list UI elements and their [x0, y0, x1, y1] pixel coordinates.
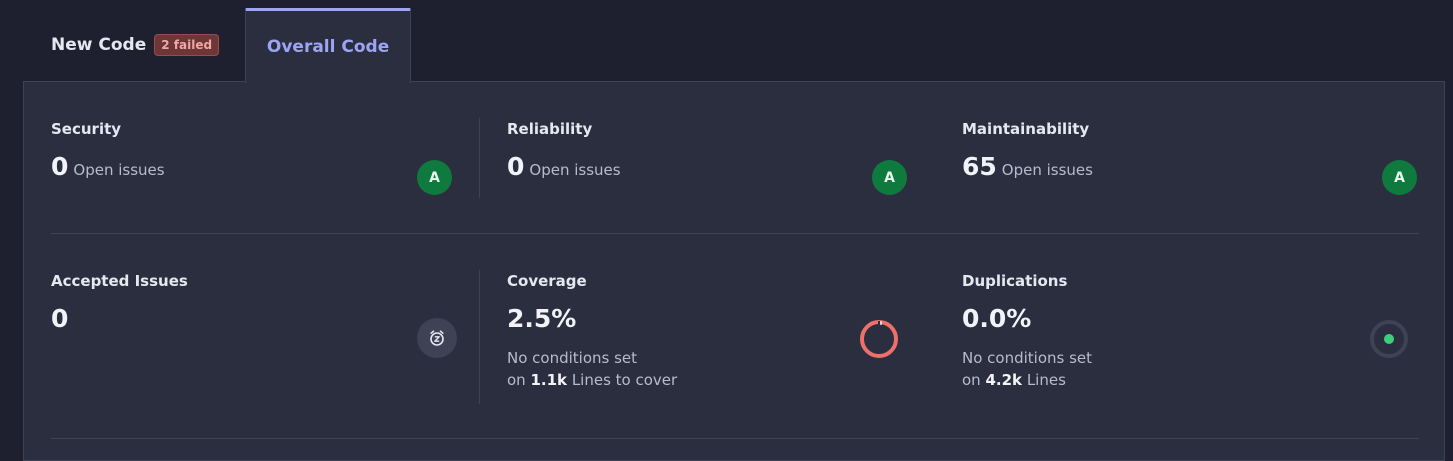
maintainability-rating-badge[interactable]: A	[1382, 160, 1417, 195]
tab-new-code-label: New Code	[51, 35, 147, 55]
security-value-line: 0 Open issues	[51, 152, 479, 181]
ratings-row: Security 0 Open issues A Reliability 0 O…	[51, 118, 1419, 198]
divider	[479, 118, 480, 198]
maintainability-suffix: Open issues	[1001, 161, 1093, 179]
reliability-title: Reliability	[507, 120, 593, 138]
coverage-lines-count[interactable]: 1.1k	[530, 371, 567, 389]
snooze-clock-icon	[417, 318, 457, 358]
reliability-card: Reliability 0 Open issues A	[507, 118, 907, 198]
tab-overall-code[interactable]: Overall Code	[245, 8, 412, 83]
reliability-value-line: 0 Open issues	[507, 152, 907, 181]
duplications-title: Duplications	[962, 272, 1068, 290]
coverage-value-line: 2.5%	[507, 304, 907, 333]
divider	[479, 270, 480, 404]
security-card: Security 0 Open issues A	[51, 118, 479, 198]
security-value[interactable]: 0	[51, 152, 68, 181]
duplications-card: Duplications 0.0% No conditions set on 4…	[962, 270, 1419, 404]
reliability-suffix: Open issues	[529, 161, 621, 179]
accepted-issues-value-line: 0	[51, 304, 479, 333]
reliability-rating-badge[interactable]: A	[872, 160, 907, 195]
maintainability-value[interactable]: 65	[962, 152, 997, 181]
tab-new-code[interactable]: New Code 2 failed	[24, 8, 245, 82]
duplications-value-line: 0.0%	[962, 304, 1419, 333]
maintainability-card: Maintainability 65 Open issues A	[962, 118, 1419, 198]
tab-bar: New Code 2 failed Overall Code	[24, 0, 412, 83]
maintainability-value-line: 65 Open issues	[962, 152, 1419, 181]
security-rating-badge[interactable]: A	[417, 160, 452, 195]
duplication-dot-icon[interactable]	[1368, 318, 1408, 358]
maintainability-title: Maintainability	[962, 120, 1090, 138]
duplications-lines-count[interactable]: 4.2k	[985, 371, 1022, 389]
coverage-value[interactable]: 2.5%	[507, 304, 576, 333]
coverage-note-suffix: Lines to cover	[571, 371, 678, 389]
duplications-note-line2: on 4.2k Lines	[962, 369, 1419, 391]
tab-overall-code-label: Overall Code	[266, 37, 390, 57]
stats-row: Accepted Issues 0 Coverage 2.5% No condi…	[51, 270, 1419, 404]
duplications-note-suffix: Lines	[1026, 371, 1066, 389]
duplications-value[interactable]: 0.0%	[962, 304, 1031, 333]
security-title: Security	[51, 120, 122, 138]
metrics-panel: Security 0 Open issues A Reliability 0 O…	[23, 81, 1445, 461]
accepted-issues-title: Accepted Issues	[51, 272, 188, 290]
coverage-title: Coverage	[507, 272, 587, 290]
coverage-note-prefix: on	[507, 371, 526, 389]
duplications-note-prefix: on	[962, 371, 981, 389]
section-divider	[51, 438, 1419, 439]
duplications-note-line1: No conditions set	[962, 349, 1093, 367]
coverage-card: Coverage 2.5% No conditions set on 1.1k …	[507, 270, 907, 404]
section-divider	[51, 233, 1419, 234]
reliability-value[interactable]: 0	[507, 152, 524, 181]
failed-badge: 2 failed	[154, 34, 220, 56]
coverage-donut-icon[interactable]	[858, 318, 898, 358]
coverage-note-line1: No conditions set	[507, 349, 638, 367]
accepted-issues-card: Accepted Issues 0	[51, 270, 479, 404]
accepted-issues-value[interactable]: 0	[51, 304, 68, 333]
security-suffix: Open issues	[73, 161, 165, 179]
coverage-note-line2: on 1.1k Lines to cover	[507, 369, 907, 391]
